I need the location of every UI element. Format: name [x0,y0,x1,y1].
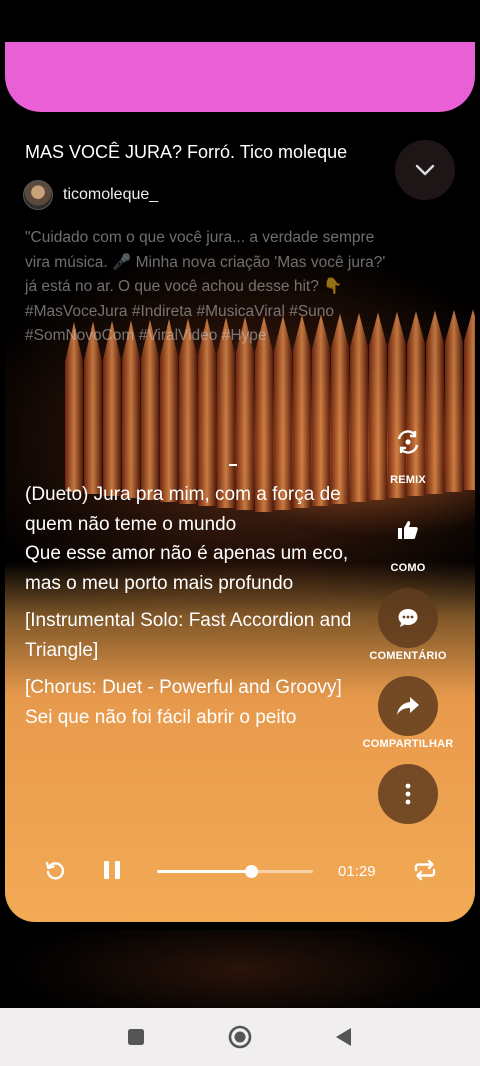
elapsed-time: 01:29 [338,863,376,880]
more-button[interactable] [378,764,438,824]
remix-label: REMIX [390,474,426,486]
more-vertical-icon [405,783,411,805]
comment-label: COMENTÁRIO [369,650,447,662]
back-icon [336,1028,351,1046]
share-arrow-icon [397,697,419,715]
progress-slider[interactable] [157,865,313,878]
song-title: MAS VOCÊ JURA? Forró. Tico moleque [25,142,348,162]
lyric-line: (Dueto) Jura pra mim, com a força de que… [25,484,341,535]
comment-icon [398,609,418,627]
recents-icon [128,1029,144,1045]
remix-button[interactable] [378,412,438,472]
repeat-button[interactable] [410,855,440,885]
lyric-line: [Instrumental Solo: Fast Accordion and T… [25,610,352,661]
author-row[interactable]: ticomoleque_ [23,180,158,210]
home-icon [228,1025,252,1049]
progress-thumb[interactable] [244,865,258,878]
lyrics-marker [229,464,237,466]
repeat-icon [414,859,436,881]
comment-action[interactable]: COMENTÁRIO [358,588,458,662]
share-button[interactable] [378,676,438,736]
lyric-line: Sei que não foi fácil abrir o peito [25,706,297,728]
replay-icon [45,861,65,880]
accordion-fold [464,309,475,490]
like-label: COMO [390,562,426,574]
chevron-down-icon [415,164,435,176]
avatar[interactable] [23,180,53,210]
share-label: COMPARTILHAR [362,738,454,750]
more-action[interactable] [358,764,458,824]
player-controls: 01:29 [5,840,475,900]
comment-button[interactable] [378,588,438,648]
recents-button[interactable] [124,1025,148,1049]
home-button[interactable] [228,1025,252,1049]
previous-song-card[interactable] [5,42,475,112]
status-bar [0,0,480,42]
back-button[interactable] [332,1025,356,1049]
thumbs-up-icon [398,521,418,539]
song-card: MAS VOCÊ JURA? Forró. Tico moleque ticom… [5,122,475,922]
lyric-line: Que esse amor não é apenas um eco, mas o… [25,543,349,594]
progress-fill [157,870,251,873]
next-song-card[interactable] [5,930,475,1008]
remix-action[interactable]: REMIX [358,412,458,486]
restart-button[interactable] [40,855,70,885]
like-action[interactable]: COMO [358,500,458,574]
like-button[interactable] [378,500,438,560]
system-nav-bar [0,1008,480,1066]
pause-icon [104,861,120,879]
share-action[interactable]: COMPARTILHAR [358,676,458,750]
lyrics-panel[interactable]: (Dueto) Jura pra mim, com a força de que… [25,480,355,840]
author-name[interactable]: ticomoleque_ [63,186,158,204]
song-description: "Cuidado com o que você jura... a verdad… [25,229,386,344]
collapse-button[interactable] [395,140,455,200]
remix-icon [397,430,419,454]
pause-button[interactable] [97,855,127,885]
lyric-line: [Chorus: Duet - Powerful and Groovy] [25,677,342,698]
